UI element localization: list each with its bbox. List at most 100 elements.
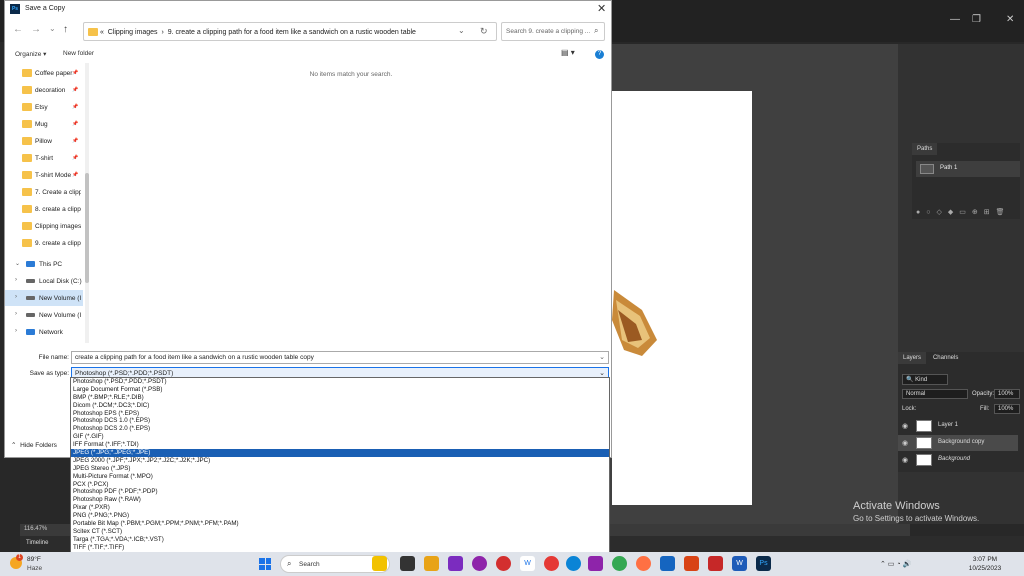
photoshop-taskbar-icon[interactable]: Ps xyxy=(756,556,771,571)
sidebar-item[interactable]: › Network xyxy=(5,324,83,340)
app-icon[interactable] xyxy=(448,556,463,571)
fill-field[interactable]: 100% xyxy=(994,404,1020,414)
file-type-option[interactable]: Pixar (*.PXR) xyxy=(71,504,609,512)
file-type-option[interactable]: Targa (*.TGA;*.VDA;*.ICB;*.VST) xyxy=(71,536,609,544)
help-icon[interactable]: ? xyxy=(595,50,604,59)
maximize-icon[interactable]: ❐ xyxy=(972,14,981,25)
sidebar-item[interactable]: T-shirt 📌 xyxy=(5,150,83,166)
chevron-down-icon[interactable]: ⌄ xyxy=(599,353,605,361)
filezilla-icon[interactable] xyxy=(708,556,723,571)
file-type-option[interactable]: Photoshop PDF (*.PDF;*.PDP) xyxy=(71,488,609,496)
breadcrumb-overflow[interactable]: « xyxy=(100,29,104,36)
chevron-right-icon[interactable]: › xyxy=(15,311,17,317)
paths-panel-icons[interactable]: ●○◇◆▭⊕⊞🗑 xyxy=(916,208,1010,216)
word-web-icon[interactable]: W xyxy=(520,556,535,571)
sidebar-item[interactable]: decoration 📌 xyxy=(5,82,83,98)
sidebar-item[interactable]: Clipping images xyxy=(5,218,83,234)
file-type-option[interactable]: Dicom (*.DCM;*.DC3;*.DIC) xyxy=(71,402,609,410)
file-type-option[interactable]: Portable Bit Map (*.PBM;*.PGM;*.PPM;*.PN… xyxy=(71,520,609,528)
tab-layers[interactable]: Layers xyxy=(898,352,927,364)
file-type-option[interactable]: Photoshop (*.PSD;*.PDD;*.PSDT) xyxy=(71,378,609,386)
sidebar-item[interactable]: › Local Disk (C:) xyxy=(5,273,83,289)
sidebar-item[interactable]: 7. Create a clipp xyxy=(5,184,83,200)
sidebar-item[interactable]: › New Volume (I xyxy=(5,290,83,306)
minimize-icon[interactable]: — xyxy=(950,14,960,25)
path-item[interactable]: Path 1 xyxy=(916,161,1020,177)
file-type-option[interactable]: PNG (*.PNG;*.PNG) xyxy=(71,512,609,520)
search-input[interactable]: Search 9. create a clipping ... ⌕ xyxy=(501,22,605,41)
chevron-down-icon[interactable]: ⌄ xyxy=(15,260,20,267)
opera-icon[interactable] xyxy=(544,556,559,571)
eye-icon[interactable]: ◉ xyxy=(902,439,908,447)
file-type-option[interactable]: PCX (*.PCX) xyxy=(71,481,609,489)
layer-row[interactable]: ◉ Background copy xyxy=(898,435,1018,451)
scrollbar-thumb[interactable] xyxy=(85,173,89,283)
sidebar-item[interactable]: 9. create a clippi xyxy=(5,235,83,251)
sidebar-item[interactable]: Pillow 📌 xyxy=(5,133,83,149)
chrome-icon[interactable] xyxy=(612,556,627,571)
file-type-option[interactable]: JPEG Stereo (*.JPS) xyxy=(71,465,609,473)
sidebar-scrollbar[interactable] xyxy=(85,63,89,343)
close-icon[interactable]: ✕ xyxy=(1006,14,1014,25)
address-bar[interactable]: « Clipping images › 9. create a clipping… xyxy=(83,22,497,41)
chevron-right-icon[interactable]: › xyxy=(15,328,17,334)
file-type-option[interactable]: Scitex CT (*.SCT) xyxy=(71,528,609,536)
file-type-option[interactable]: Photoshop EPS (*.EPS) xyxy=(71,410,609,418)
sidebar-item[interactable]: Coffee paper 📌 xyxy=(5,65,83,81)
app-icon[interactable] xyxy=(472,556,487,571)
eye-icon[interactable]: ◉ xyxy=(902,422,908,430)
refresh-icon[interactable]: ↻ xyxy=(480,26,488,37)
sidebar-item[interactable]: ⌄ This PC xyxy=(5,256,83,272)
forward-arrow-icon[interactable]: → xyxy=(31,24,41,35)
close-icon[interactable]: ✕ xyxy=(597,2,606,15)
layer-row[interactable]: ◉ Layer 1 xyxy=(898,418,1018,434)
file-type-option[interactable]: Large Document Format (*.PSB) xyxy=(71,386,609,394)
organize-button[interactable]: Organize ▾ xyxy=(15,50,46,58)
hide-folders-button[interactable]: ⌃ Hide Folders xyxy=(11,441,57,449)
widget-app-icon[interactable] xyxy=(372,556,387,571)
sidebar-item[interactable]: T-shirt Mode 📌 xyxy=(5,167,83,183)
file-type-option[interactable]: JPEG (*.JPG;*.JPEG;*.JPE) xyxy=(71,449,609,457)
file-type-option[interactable]: JPEG 2000 (*.JPF;*.JPX;*.JP2;*.J2C;*.J2K… xyxy=(71,457,609,465)
system-tray[interactable]: ⌃ ▭ ◔ 🔊 xyxy=(880,560,911,568)
chevron-right-icon[interactable]: › xyxy=(15,294,17,300)
file-explorer-icon[interactable] xyxy=(424,556,439,571)
kind-filter[interactable]: 🔍 Kind xyxy=(902,374,948,385)
word-icon[interactable]: W xyxy=(732,556,747,571)
file-type-option[interactable]: Photoshop Raw (*.RAW) xyxy=(71,496,609,504)
firefox-icon[interactable] xyxy=(636,556,651,571)
tab-paths[interactable]: Paths xyxy=(912,143,938,155)
calculator-icon[interactable] xyxy=(660,556,675,571)
edge-icon[interactable] xyxy=(566,556,581,571)
chevron-down-icon[interactable]: ⌄ xyxy=(49,24,56,33)
file-type-option[interactable]: TIFF (*.TIF;*.TIFF) xyxy=(71,544,609,552)
file-name-field[interactable]: create a clipping path for a food item l… xyxy=(71,351,609,364)
file-type-option[interactable]: BMP (*.BMP;*.RLE;*.DIB) xyxy=(71,394,609,402)
back-arrow-icon[interactable]: ← xyxy=(13,24,23,35)
opacity-field[interactable]: 100% xyxy=(994,389,1020,399)
new-folder-button[interactable]: New folder xyxy=(63,50,94,57)
winrar-icon[interactable] xyxy=(684,556,699,571)
start-icon[interactable] xyxy=(259,558,271,570)
file-type-option[interactable]: Photoshop DCS 2.0 (*.EPS) xyxy=(71,425,609,433)
app-icon[interactable] xyxy=(588,556,603,571)
task-view-icon[interactable] xyxy=(400,556,415,571)
sidebar-item[interactable]: › New Volume (I xyxy=(5,307,83,323)
vivaldi-icon[interactable] xyxy=(496,556,511,571)
file-type-option[interactable]: IFF Format (*.IFF;*.TDI) xyxy=(71,441,609,449)
chevron-down-icon[interactable]: ⌄ xyxy=(599,369,605,377)
eye-icon[interactable]: ◉ xyxy=(902,456,908,464)
file-type-option[interactable]: Multi-Picture Format (*.MPO) xyxy=(71,473,609,481)
chevron-right-icon[interactable]: › xyxy=(15,277,17,283)
file-type-option[interactable]: GIF (*.GIF) xyxy=(71,433,609,441)
file-list-area[interactable]: No items match your search. xyxy=(91,63,611,345)
up-arrow-icon[interactable]: ↑ xyxy=(63,24,68,35)
sidebar-item[interactable]: Mug 📌 xyxy=(5,116,83,132)
breadcrumb-clipping-images[interactable]: Clipping images xyxy=(108,29,158,36)
tab-channels[interactable]: Channels xyxy=(928,352,963,364)
sidebar-item[interactable]: Etsy 📌 xyxy=(5,99,83,115)
chevron-down-icon[interactable]: ⌄ xyxy=(458,26,465,35)
file-type-option[interactable]: Photoshop DCS 1.0 (*.EPS) xyxy=(71,417,609,425)
layer-row[interactable]: ◉ Background xyxy=(898,452,1018,468)
view-options-icon[interactable]: ▤ ▾ xyxy=(561,48,575,57)
